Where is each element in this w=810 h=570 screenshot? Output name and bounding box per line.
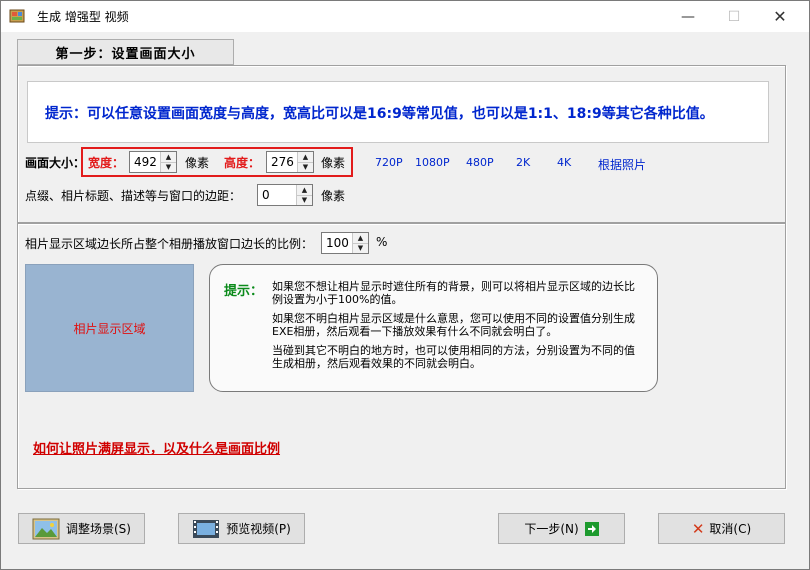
tip2-label: 提示：: [224, 284, 264, 299]
filmstrip-icon: [193, 519, 220, 538]
tip2-paragraph-1: 如果您不想让相片显示时遮住所有的背景，则可以将相片显示区域的边长比例设置为小于1…: [272, 280, 635, 306]
title-bar[interactable]: 生成 增强型 视频 — ☐ ✕: [1, 1, 809, 32]
landscape-icon: [32, 518, 60, 539]
ratio-unit: %: [376, 235, 388, 249]
photo-area-label: 相片显示区域: [73, 321, 146, 336]
height-stepper[interactable]: 276 ▲ ▼: [266, 151, 314, 173]
maximize-button: ☐: [727, 8, 741, 25]
up-arrow-icon[interactable]: ▲: [298, 152, 313, 163]
tip-text: 提示：可以任意设置画面宽度与高度，宽高比可以是16:9等常见值，也可以是1:1、…: [45, 106, 714, 122]
app-icon: [9, 9, 25, 23]
preset-480p[interactable]: 480P: [466, 156, 494, 169]
margin-unit: 像素: [321, 189, 346, 203]
tip2-paragraph-2: 如果您不明白相片显示区域是什么意思，您可以使用不同的设置值分别生成EXE相册，然…: [272, 312, 635, 338]
width-label: 宽度：: [88, 156, 125, 170]
tip2-paragraph-3: 当碰到其它不明白的地方时，也可以使用相同的方法，分别设置为不同的值生成相册，然后…: [272, 344, 635, 370]
margin-label: 点缀、相片标题、描述等与窗口的边距：: [25, 189, 242, 203]
preset-from-photo[interactable]: 根据照片: [598, 156, 646, 173]
margin-value[interactable]: 0: [258, 185, 296, 205]
up-arrow-icon[interactable]: ▲: [161, 152, 176, 163]
photo-display-area: 相片显示区域: [25, 264, 194, 392]
down-arrow-icon[interactable]: ▼: [297, 195, 312, 205]
fullscreen-help-link[interactable]: 如何让照片满屏显示，以及什么是画面比例: [33, 438, 280, 457]
window-title: 生成 增强型 视频: [37, 10, 129, 24]
height-unit: 像素: [321, 156, 346, 170]
preview-video-button[interactable]: 预览视频(P): [178, 513, 305, 544]
window: 生成 增强型 视频 — ☐ ✕ 第一步：设置画面大小 提示：可以任意设置画面宽度…: [0, 0, 810, 570]
step-tab: 第一步：设置画面大小: [17, 39, 234, 65]
ratio-stepper[interactable]: 100 ▲ ▼: [321, 232, 369, 254]
down-arrow-icon[interactable]: ▼: [353, 243, 368, 253]
arrow-right-icon: [584, 521, 599, 536]
width-stepper[interactable]: 492 ▲ ▼: [129, 151, 177, 173]
ratio-label: 相片显示区域边长所占整个相册播放窗口边长的比例：: [25, 237, 314, 251]
minimize-button[interactable]: —: [665, 1, 711, 32]
preset-1080p[interactable]: 1080P: [415, 156, 450, 169]
x-icon: ✕: [691, 519, 705, 538]
width-value[interactable]: 492: [130, 152, 160, 172]
close-button[interactable]: ✕: [757, 1, 803, 32]
next-button[interactable]: 下一步(N): [498, 513, 625, 544]
up-arrow-icon[interactable]: ▲: [353, 233, 368, 244]
height-value[interactable]: 276: [267, 152, 297, 172]
up-arrow-icon[interactable]: ▲: [297, 185, 312, 196]
preset-720p[interactable]: 720P: [375, 156, 403, 169]
height-label: 高度：: [224, 156, 261, 170]
preview-video-label: 预览视频(P): [226, 522, 291, 536]
width-unit: 像素: [185, 156, 210, 170]
size-title: 画面大小：: [25, 156, 86, 170]
down-arrow-icon[interactable]: ▼: [298, 162, 313, 172]
adjust-scene-label: 调整场景(S): [66, 522, 131, 536]
cancel-label: 取消(C): [709, 522, 752, 536]
preset-2k[interactable]: 2K: [516, 156, 530, 169]
next-label: 下一步(N): [524, 522, 579, 536]
cancel-button[interactable]: ✕ 取消(C): [658, 513, 785, 544]
adjust-scene-button[interactable]: 调整场景(S): [18, 513, 145, 544]
down-arrow-icon[interactable]: ▼: [161, 162, 176, 172]
margin-stepper[interactable]: 0 ▲ ▼: [257, 184, 313, 206]
preset-4k[interactable]: 4K: [557, 156, 571, 169]
ratio-value[interactable]: 100: [322, 233, 352, 253]
